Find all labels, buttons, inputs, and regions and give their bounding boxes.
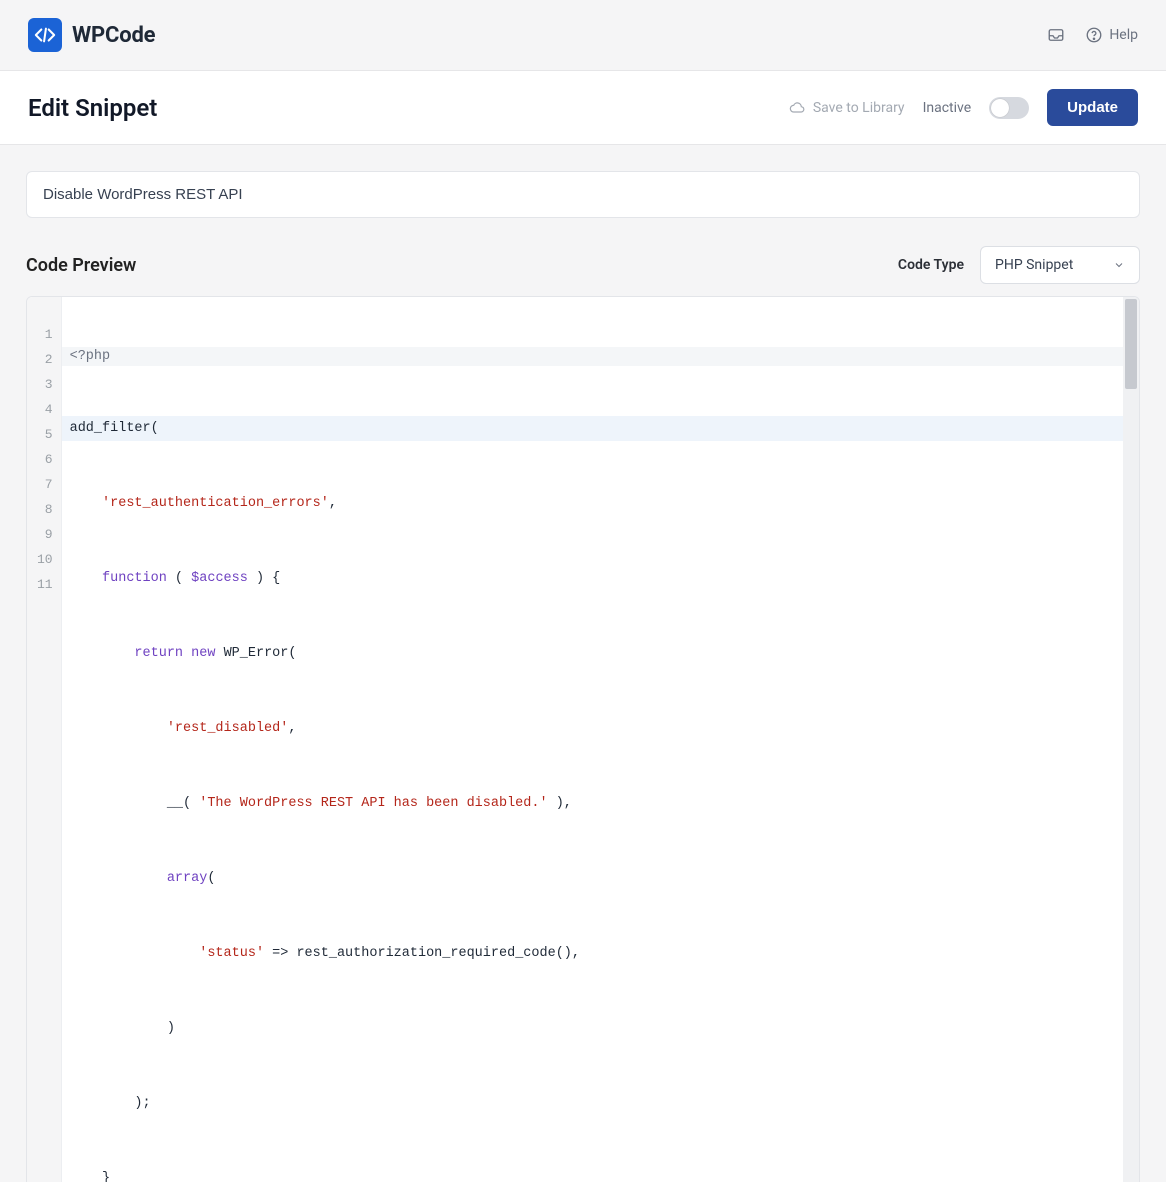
save-to-library-button[interactable]: Save to Library [789, 100, 905, 116]
brand-name: WPCode [72, 23, 155, 48]
cloud-icon [789, 100, 805, 116]
snippet-title-input[interactable] [26, 171, 1140, 218]
code-type-label: Code Type [898, 257, 964, 273]
code-body[interactable]: <?php add_filter( 'rest_authentication_e… [62, 297, 1139, 1182]
code-line: 'rest_disabled', [62, 716, 1139, 741]
code-line: add_filter( [62, 416, 1139, 441]
code-line: <?php [62, 347, 1139, 366]
scrollbar-track[interactable] [1123, 297, 1139, 1182]
code-type-value: PHP Snippet [995, 257, 1073, 273]
chevron-down-icon [1113, 259, 1125, 271]
code-line: ) [62, 1016, 1139, 1041]
line-gutter: 1 2 3 4 5 6 7 8 9 10 11 [27, 297, 62, 1182]
code-line: return new WP_Error( [62, 641, 1139, 666]
brand: WPCode [28, 18, 155, 52]
code-line: } [62, 1166, 1139, 1182]
code-line: 'status' => rest_authorization_required_… [62, 941, 1139, 966]
help-icon [1085, 26, 1103, 44]
code-line: array( [62, 866, 1139, 891]
page-title: Edit Snippet [28, 94, 157, 122]
update-button[interactable]: Update [1047, 89, 1138, 126]
status-label: Inactive [923, 100, 972, 116]
help-label: Help [1109, 27, 1138, 43]
code-line: __( 'The WordPress REST API has been dis… [62, 791, 1139, 816]
code-line: ); [62, 1091, 1139, 1116]
help-link[interactable]: Help [1085, 26, 1138, 44]
brand-logo-icon [28, 18, 62, 52]
scrollbar-thumb[interactable] [1125, 299, 1137, 389]
inbox-icon[interactable] [1047, 26, 1065, 44]
code-preview-heading: Code Preview [26, 255, 136, 276]
code-line: 'rest_authentication_errors', [62, 491, 1139, 516]
code-type-select[interactable]: PHP Snippet [980, 246, 1140, 284]
code-editor[interactable]: 1 2 3 4 5 6 7 8 9 10 11 <?php add_filter… [26, 296, 1140, 1182]
active-toggle[interactable] [989, 97, 1029, 119]
code-line: function ( $access ) { [62, 566, 1139, 591]
save-to-library-label: Save to Library [813, 100, 905, 116]
